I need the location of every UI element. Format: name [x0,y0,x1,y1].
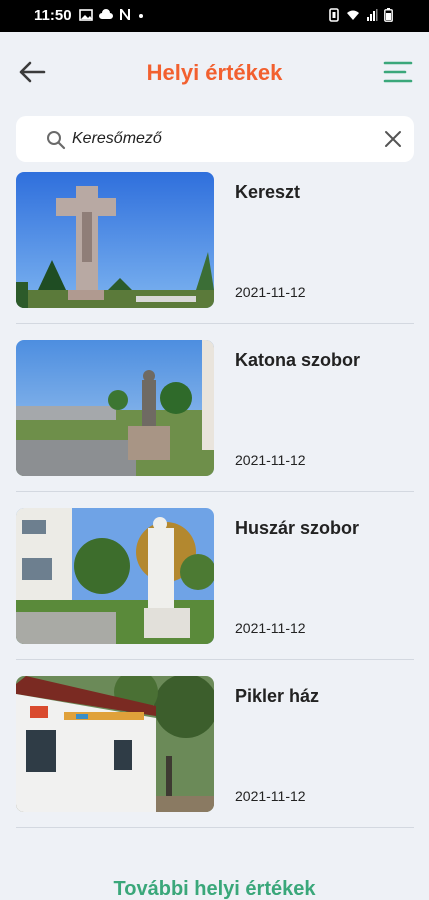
wifi-icon [347,10,359,20]
app-bar: Helyi értékek [0,32,429,114]
pikler-house-photo [16,676,214,812]
status-time: 11:50 [34,7,72,24]
search-input[interactable] [72,124,362,154]
signal-icon [367,9,378,21]
divider [16,491,414,492]
list-item[interactable]: Pikler ház 2021-11-12 [16,676,414,844]
item-title: Kereszt [235,182,301,202]
image-icon [79,8,93,21]
item-title: Katona szobor [235,350,361,370]
search-icon [47,131,66,150]
status-bar: 11:50 [0,0,429,32]
menu-icon [383,61,413,83]
item-date: 2021-11-12 [235,620,306,636]
cross-photo [16,172,214,308]
status-left-icons [79,8,145,21]
list-item[interactable]: Huszár szobor 2021-11-12 [16,508,414,676]
page-title: Helyi értékek [146,60,283,85]
item-title: Pikler ház [235,686,320,706]
battery-icon [384,8,393,22]
values-list: Kereszt 2021-11-12 Katona szobor 2021-11… [16,172,414,844]
list-item[interactable]: Kereszt 2021-11-12 [16,172,414,340]
status-right-icons [328,8,393,22]
vibrate-icon [329,8,339,22]
close-icon[interactable] [382,128,404,150]
item-date: 2021-11-12 [235,788,306,804]
divider [16,659,414,660]
list-item[interactable]: Katona szobor 2021-11-12 [16,340,414,508]
soldier-statue-photo [16,340,214,476]
more-values-link[interactable]: További helyi értékek [0,878,429,900]
n-icon [120,9,130,20]
item-date: 2021-11-12 [235,284,306,300]
item-title: Huszár szobor [235,518,360,538]
dot-icon [139,13,143,18]
divider [16,323,414,324]
divider [16,827,414,828]
search-bar [16,116,414,162]
item-date: 2021-11-12 [235,452,306,468]
hussar-statue-photo [16,508,214,644]
menu-button[interactable] [382,58,414,86]
cloud-icon [99,8,113,19]
